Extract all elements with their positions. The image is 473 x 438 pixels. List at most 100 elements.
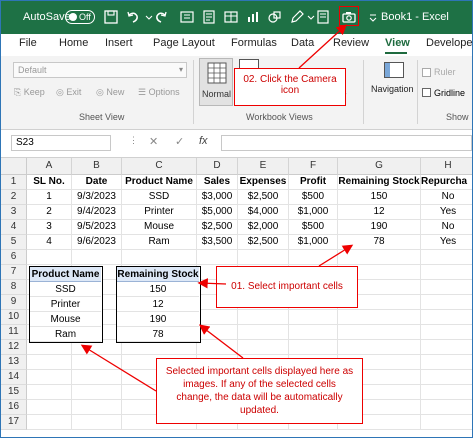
empty-cell[interactable] [27, 250, 72, 265]
column-header-e[interactable]: E [238, 158, 289, 175]
row-header-16[interactable]: 16 [1, 400, 27, 415]
ruler-checkbox[interactable] [422, 68, 431, 77]
table-cell[interactable]: Mouse [122, 220, 197, 235]
empty-cell[interactable] [27, 370, 72, 385]
empty-cell[interactable] [72, 355, 122, 370]
row-header-9[interactable]: 9 [1, 295, 27, 310]
empty-cell[interactable] [72, 385, 122, 400]
tab-insert[interactable]: Insert [105, 37, 133, 49]
empty-cell[interactable] [421, 280, 472, 295]
empty-cell[interactable] [338, 310, 421, 325]
table-cell[interactable]: $3,000 [197, 190, 238, 205]
empty-cell[interactable] [421, 340, 472, 355]
empty-cell[interactable] [421, 250, 472, 265]
row-header-5[interactable]: 5 [1, 235, 27, 250]
pen-dropdown-icon[interactable] [303, 9, 315, 25]
empty-cell[interactable] [122, 250, 197, 265]
table-cell[interactable]: $4,000 [238, 205, 289, 220]
row-header-17[interactable]: 17 [1, 415, 27, 430]
table-header-cell[interactable]: Sales [197, 175, 238, 190]
row-header-12[interactable]: 12 [1, 340, 27, 355]
enter-icon[interactable]: ✓ [175, 135, 184, 148]
table-cell[interactable]: 190 [338, 220, 421, 235]
row-header-1[interactable]: 1 [1, 175, 27, 190]
table-cell[interactable]: 2 [27, 205, 72, 220]
empty-cell[interactable] [27, 415, 72, 430]
table-icon[interactable] [223, 9, 239, 25]
table-cell[interactable]: 9/5/2023 [72, 220, 122, 235]
row-header-10[interactable]: 10 [1, 310, 27, 325]
empty-cell[interactable] [197, 310, 238, 325]
empty-cell[interactable] [197, 250, 238, 265]
table-cell[interactable]: $5,000 [197, 205, 238, 220]
tab-formulas[interactable]: Formulas [231, 37, 277, 49]
table-cell[interactable]: $500 [289, 190, 338, 205]
empty-cell[interactable] [289, 340, 338, 355]
empty-cell[interactable] [289, 325, 338, 340]
table-header-cell[interactable]: Date [72, 175, 122, 190]
table-header-cell[interactable]: SL No. [27, 175, 72, 190]
row-header-6[interactable]: 6 [1, 250, 27, 265]
table-cell[interactable]: No [421, 220, 472, 235]
column-header-a[interactable]: A [27, 158, 72, 175]
table-cell[interactable]: 12 [338, 205, 421, 220]
select-all-corner[interactable] [1, 158, 27, 175]
table-cell[interactable]: 9/6/2023 [72, 235, 122, 250]
empty-cell[interactable] [72, 400, 122, 415]
tab-file[interactable]: File [19, 37, 37, 49]
row-header-3[interactable]: 3 [1, 205, 27, 220]
empty-cell[interactable] [421, 370, 472, 385]
empty-cell[interactable] [421, 400, 472, 415]
table-cell[interactable]: SSD [122, 190, 197, 205]
table-cell[interactable]: No [421, 190, 472, 205]
column-header-g[interactable]: G [338, 158, 421, 175]
table-cell[interactable]: $2,500 [238, 190, 289, 205]
tab-home[interactable]: Home [59, 37, 88, 49]
table-cell[interactable]: 78 [338, 235, 421, 250]
empty-cell[interactable] [421, 355, 472, 370]
gridlines-checkbox[interactable] [422, 88, 431, 97]
customize-toolbar-icon[interactable] [365, 9, 377, 25]
table-cell[interactable]: $3,500 [197, 235, 238, 250]
formula-input[interactable] [221, 135, 472, 151]
empty-cell[interactable] [289, 310, 338, 325]
empty-cell[interactable] [338, 250, 421, 265]
row-header-4[interactable]: 4 [1, 220, 27, 235]
table-header-cell[interactable]: Product Name [122, 175, 197, 190]
table-cell[interactable]: $2,500 [238, 235, 289, 250]
name-box[interactable]: S23 [11, 135, 111, 151]
row-header-7[interactable]: 7 [1, 265, 27, 280]
empty-cell[interactable] [338, 325, 421, 340]
redo-icon[interactable] [153, 9, 169, 25]
empty-cell[interactable] [421, 295, 472, 310]
table-cell[interactable]: $1,000 [289, 205, 338, 220]
options-button[interactable]: ☰ Options [138, 87, 180, 98]
empty-cell[interactable] [72, 370, 122, 385]
empty-cell[interactable] [72, 415, 122, 430]
tab-data[interactable]: Data [291, 37, 314, 49]
table-header-cell[interactable]: Expenses [238, 175, 289, 190]
column-header-b[interactable]: B [72, 158, 122, 175]
tab-view[interactable]: View [385, 37, 410, 49]
empty-cell[interactable] [238, 250, 289, 265]
exit-button[interactable]: ◎ Exit [56, 87, 81, 98]
table-cell[interactable]: $500 [289, 220, 338, 235]
empty-cell[interactable] [338, 340, 421, 355]
table-header-cell[interactable]: Remaining Stock [338, 175, 421, 190]
empty-cell[interactable] [197, 325, 238, 340]
empty-cell[interactable] [27, 400, 72, 415]
empty-cell[interactable] [421, 385, 472, 400]
sheet-view-select[interactable]: Default ▾ [13, 62, 187, 78]
table-cell[interactable]: Yes [421, 205, 472, 220]
tab-page-layout[interactable]: Page Layout [153, 37, 215, 49]
table-cell[interactable]: $2,500 [197, 220, 238, 235]
table-cell[interactable]: Ram [122, 235, 197, 250]
undo-dropdown-icon[interactable] [141, 9, 153, 25]
row-header-11[interactable]: 11 [1, 325, 27, 340]
row-header-2[interactable]: 2 [1, 190, 27, 205]
column-header-h[interactable]: H [421, 158, 472, 175]
table-cell[interactable]: $1,000 [289, 235, 338, 250]
tab-review[interactable]: Review [333, 37, 369, 49]
print-preview-icon[interactable] [315, 9, 331, 25]
column-header-c[interactable]: C [122, 158, 197, 175]
